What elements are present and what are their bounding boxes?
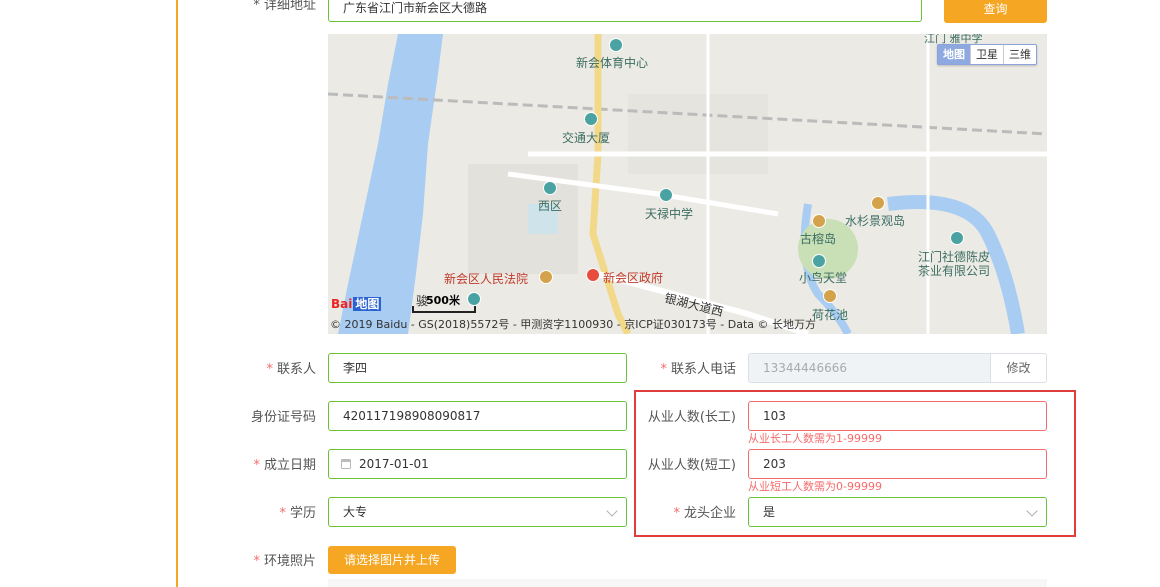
address-input[interactable]: 广东省江门市新会区大德路 xyxy=(328,0,922,22)
calendar-icon xyxy=(341,459,351,469)
map-canvas xyxy=(328,34,1047,334)
map-scale-bar xyxy=(412,306,476,313)
park-icon xyxy=(812,254,826,268)
court-icon xyxy=(539,270,553,284)
scenic-icon xyxy=(812,214,826,228)
poi-xiqu[interactable]: 西区 xyxy=(538,197,562,214)
poi-gurong[interactable]: 古榕岛 xyxy=(800,230,836,247)
baidu-logo: Bai 地图 xyxy=(331,297,382,311)
school-icon xyxy=(659,188,673,202)
poi-xiaoniao[interactable]: 小鸟天堂 xyxy=(799,269,847,286)
poi-government[interactable]: 新会区政府 xyxy=(603,269,663,286)
sports-center-icon xyxy=(609,38,623,52)
government-icon xyxy=(586,268,600,282)
scenic-icon xyxy=(823,289,837,303)
annotation-highlight-box xyxy=(634,390,1076,537)
education-label: * 学历 xyxy=(279,506,316,521)
phone-input[interactable]: 13344446666 xyxy=(748,353,991,383)
phone-label: * 联系人电话 xyxy=(660,362,736,377)
map-river xyxy=(338,34,443,334)
map-type-map[interactable]: 地图 xyxy=(938,45,970,64)
page: * 详细地址 广东省江门市新会区大德路 查询 地图 卫星 三维 新会体育中心 交… xyxy=(0,0,1160,587)
upload-photos-button[interactable]: 请选择图片并上传 xyxy=(328,546,456,574)
map-copyright: © 2019 Baidu - GS(2018)5572号 - 甲测资字11009… xyxy=(330,318,817,331)
map-type-satellite[interactable]: 卫星 xyxy=(970,45,1003,64)
company-icon xyxy=(950,231,964,245)
building-icon xyxy=(543,181,557,195)
address-label: * 详细地址 xyxy=(253,0,316,13)
poi-court[interactable]: 新会区人民法院 xyxy=(444,270,528,287)
scenic-icon xyxy=(871,196,885,210)
map-type-3d[interactable]: 三维 xyxy=(1003,45,1036,64)
poi-shuishan[interactable]: 水杉景观岛 xyxy=(845,212,905,229)
contact-input[interactable]: 李四 xyxy=(328,353,627,383)
poi-jiaotong[interactable]: 交通大厦 xyxy=(562,129,610,146)
contact-label: * 联系人 xyxy=(266,362,316,377)
building-icon xyxy=(467,292,481,306)
founded-date-picker[interactable]: 2017-01-01 xyxy=(328,449,627,479)
map-view[interactable]: 地图 卫星 三维 新会体育中心 交通大厦 西区 天禄中学 水杉景观岛 古榕岛 小… xyxy=(328,34,1047,334)
map-type-switch: 地图 卫星 三维 xyxy=(937,44,1037,65)
address-search-button[interactable]: 查询 xyxy=(944,0,1047,23)
id-number-label: 身份证号码 xyxy=(250,410,316,425)
founded-date-value: 2017-01-01 xyxy=(359,457,429,471)
map-block xyxy=(628,94,768,174)
building-icon xyxy=(584,112,598,126)
poi-tea-company-line2: 茶业有限公司 xyxy=(918,264,991,278)
chevron-down-icon xyxy=(606,505,618,517)
id-number-input[interactable]: 420117198908090817 xyxy=(328,401,627,431)
education-select[interactable]: 大专 xyxy=(328,497,627,527)
poi-hehua[interactable]: 荷花池 xyxy=(812,306,848,323)
founded-label: * 成立日期 xyxy=(253,458,316,473)
left-gutter xyxy=(0,0,176,587)
phone-edit-button[interactable]: 修改 xyxy=(990,353,1047,383)
poi-sports-center[interactable]: 新会体育中心 xyxy=(576,54,648,71)
poi-top-school[interactable]: 江门 雅中学 xyxy=(924,34,983,46)
poi-tianlu[interactable]: 天禄中学 xyxy=(645,205,693,222)
photos-label: * 环境照片 xyxy=(253,554,316,569)
left-accent-line xyxy=(176,0,178,587)
photo-gallery-area xyxy=(328,579,1047,587)
education-value: 大专 xyxy=(343,505,368,519)
